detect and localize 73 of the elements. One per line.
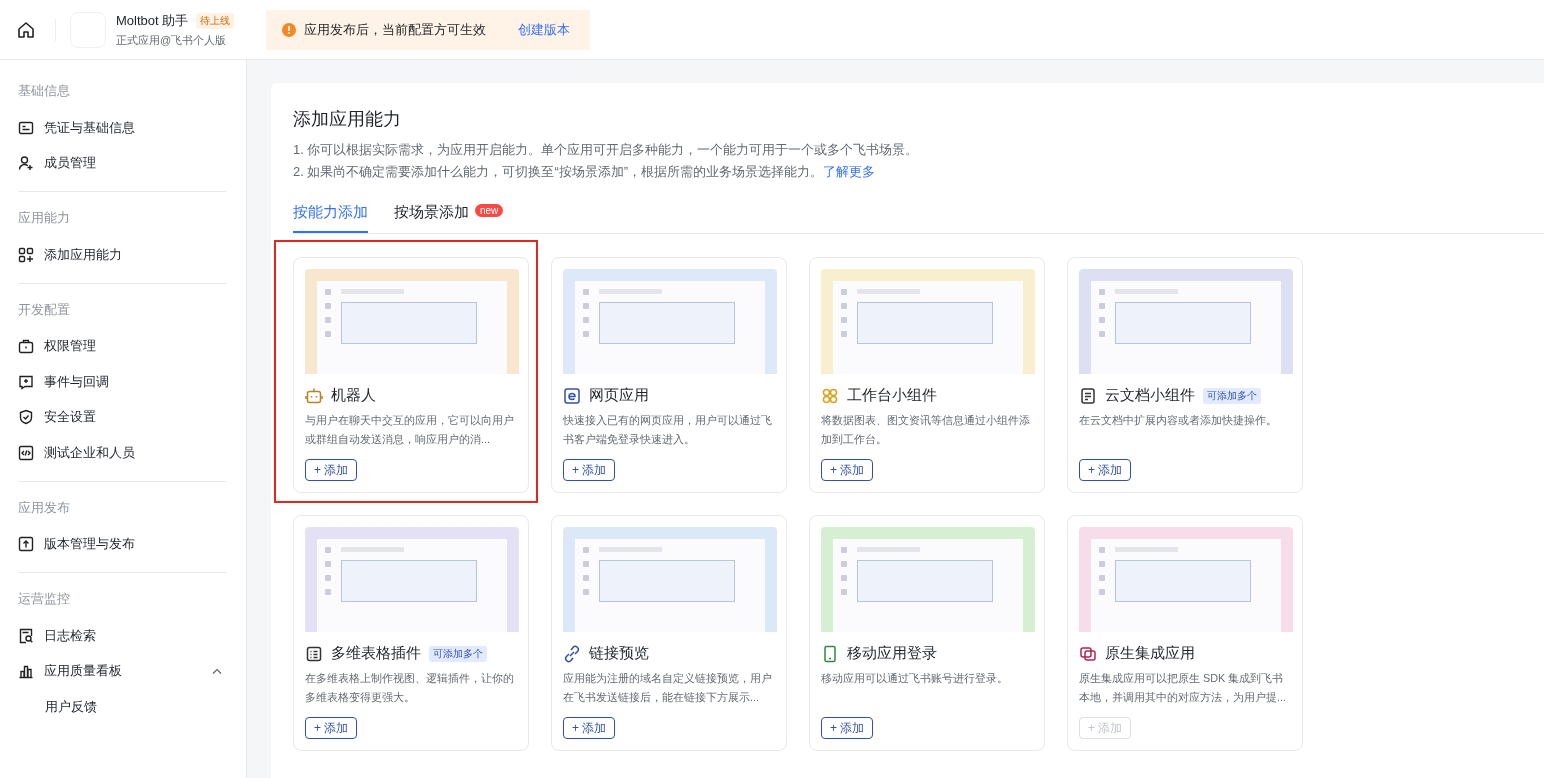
sidebar-group-title: 开发配置 [18, 300, 71, 319]
shield-icon [18, 409, 34, 426]
add-button[interactable]: + 添加 [821, 717, 874, 739]
log-search-icon [18, 627, 34, 644]
sidebar-item[interactable]: 安全设置 [18, 399, 226, 435]
sidebar-group-title: 应用能力 [18, 209, 71, 227]
card-title: 链接预览 [589, 644, 649, 663]
briefcase-icon [18, 338, 34, 355]
status-tag: 待上线 [196, 12, 235, 29]
doc-icon [1079, 386, 1097, 405]
card-description: 快速接入已有的网页应用，用户可以通过飞书客户端免登录快速进入。 [563, 413, 773, 447]
add-button[interactable]: + 添加 [563, 459, 616, 481]
note-text: 1. 你可以根据实际需求，为应用开启能力。单个应用可开启多种能力，一个能力可用于一个或多个飞书场景。 [293, 141, 920, 159]
card-title: 网页应用 [589, 386, 649, 405]
card-description: 应用能为注册的域名自定义链接预览，用户在飞书发送链接后，能在链接下方展示... [563, 671, 773, 705]
warning-icon [282, 22, 296, 37]
app-subtitle: 正式应用@飞书个人版 [116, 32, 228, 48]
grid-add-icon [18, 246, 34, 263]
note-text: 2. 如果尚不确定需要添加什么能力，可切换至“按场景添加”，根据所需的业务场景选择能力。 [293, 164, 824, 179]
tab[interactable]: 按能力添加 [293, 197, 368, 233]
web-icon [563, 386, 581, 405]
sidebar-group-title: 基础信息 [18, 82, 71, 100]
tab[interactable]: 按场景添加 [394, 197, 469, 233]
widget-icon [821, 386, 839, 405]
home-icon[interactable] [17, 20, 35, 39]
upload-icon [18, 536, 34, 553]
card-title: 工作台小组件 [847, 386, 937, 405]
mobile-icon [821, 644, 839, 663]
card-description: 与用户在聊天中交互的应用，它可以向用户或群组自动发送消息，响应用户的消... [305, 413, 515, 447]
sidebar-subitem[interactable]: 用户反馈 [18, 689, 97, 724]
sidebar-group-title: 应用发布 [18, 498, 71, 517]
notice-text: 应用发布后，当前配置方可生效 [304, 20, 486, 39]
sidebar-item[interactable]: 添加应用能力 [18, 237, 226, 273]
card-description: 在云文档中扩展内容或者添加快捷操作。 [1079, 413, 1278, 428]
card-description: 在多维表格上制作视图、逻辑插件，让你的多维表格变得更强大。 [305, 671, 515, 705]
learn-more-link[interactable]: 了解更多 [823, 164, 876, 179]
multi-add-badge: 可添加多个 [1203, 387, 1261, 404]
add-button[interactable]: + 添加 [1079, 459, 1132, 481]
new-badge: new [475, 204, 504, 217]
add-button[interactable]: + 添加 [305, 459, 358, 481]
app-name: Moltbot 助手 [116, 11, 189, 30]
sidebar-item[interactable]: 权限管理 [18, 328, 226, 364]
card-icon [18, 119, 34, 136]
sidebar-item[interactable]: 凭证与基础信息 [18, 110, 226, 146]
sidebar-item[interactable]: 成员管理 [18, 145, 226, 181]
sidebar-item[interactable]: 日志检索 [18, 618, 226, 654]
code-icon [18, 444, 34, 461]
add-button[interactable]: + 添加 [305, 717, 358, 739]
event-icon [18, 373, 34, 390]
sidebar-item[interactable]: 版本管理与发布 [18, 526, 226, 562]
link-icon [563, 644, 581, 663]
bar-chart-icon [18, 663, 34, 680]
create-version-link[interactable]: 创建版本 [518, 20, 570, 39]
card-title: 原生集成应用 [1105, 644, 1195, 663]
sidebar-item[interactable]: 事件与回调 [18, 364, 226, 400]
multi-add-badge: 可添加多个 [429, 645, 487, 662]
sidebar-item[interactable]: 应用质量看板 [18, 653, 226, 689]
card-description: 移动应用可以通过飞书账号进行登录。 [821, 671, 1009, 686]
page-title: 添加应用能力 [293, 108, 402, 131]
robot-icon [305, 386, 323, 405]
card-title: 云文档小组件 [1105, 386, 1195, 405]
card-description: 将数据图表、图文资讯等信息通过小组件添加到工作台。 [821, 413, 1031, 447]
card-title: 机器人 [331, 386, 376, 405]
add-button[interactable]: + 添加 [563, 717, 616, 739]
table-icon [305, 644, 323, 663]
add-button[interactable]: + 添加 [821, 459, 874, 481]
card-description: 原生集成应用可以把原生 SDK 集成到飞书本地，并调用其中的对应方法，为用户提... [1079, 671, 1287, 705]
card-title: 移动应用登录 [847, 644, 937, 663]
user-add-icon [18, 155, 34, 172]
sidebar-group-title: 运营监控 [18, 590, 71, 608]
native-icon [1079, 644, 1097, 663]
card-title: 多维表格插件 [331, 644, 421, 663]
sidebar-item[interactable]: 测试企业和人员 [18, 435, 226, 471]
